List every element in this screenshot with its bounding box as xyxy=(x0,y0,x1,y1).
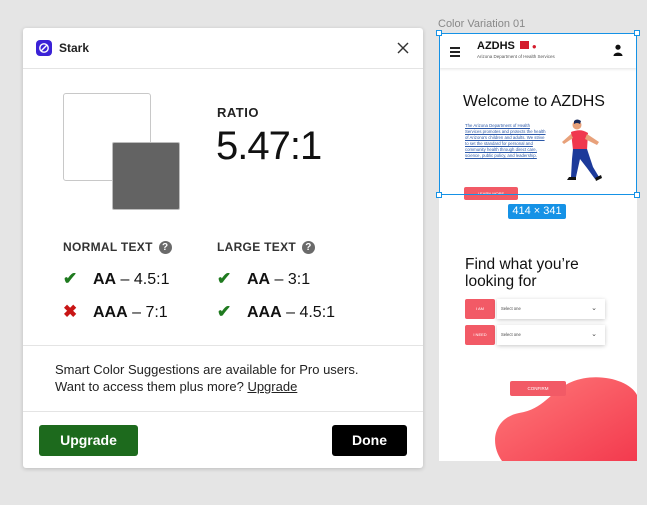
site-intro-text: The Arizona Department of Health Service… xyxy=(465,123,546,158)
brand-logo-icon xyxy=(519,41,529,49)
help-icon[interactable]: ? xyxy=(302,241,316,254)
select-placeholder: Select one xyxy=(501,306,521,311)
upgrade-link[interactable]: Upgrade xyxy=(247,379,297,394)
large-aaa-result: ✔ AAA – 4.5:1 xyxy=(217,302,335,322)
normal-aa-result: ✔ AA – 4.5:1 xyxy=(63,269,169,289)
upgrade-button[interactable]: Upgrade xyxy=(39,425,138,456)
find-heading: Find what you’re looking for xyxy=(465,256,579,290)
site-brand: AZDHS ● xyxy=(477,40,537,52)
contrast-ratio-value: 5.47:1 xyxy=(216,124,322,168)
cross-icon: ✖ xyxy=(63,302,78,321)
filter-select[interactable]: Select one ⌄ xyxy=(497,299,605,319)
stark-dialog: Stark RATIO 5.47:1 NORMAL TEXT? ✔ AA – 4.… xyxy=(23,28,423,468)
filter-tag: I AM xyxy=(465,299,495,319)
user-account-icon[interactable] xyxy=(613,44,623,56)
resize-handle-top-right[interactable] xyxy=(634,30,640,36)
hamburger-menu-icon[interactable] xyxy=(450,47,460,59)
normal-aaa-result: ✖ AAA – 7:1 xyxy=(63,302,168,322)
check-icon: ✔ xyxy=(63,269,78,288)
filter-tag: I NEED xyxy=(465,325,495,345)
running-person-illustration xyxy=(562,119,602,181)
site-navbar: AZDHS ● Arizona Department of Health Serv… xyxy=(439,33,637,68)
done-button[interactable]: Done xyxy=(332,425,407,456)
level-label: AA xyxy=(93,271,117,288)
check-icon: ✔ xyxy=(217,269,232,288)
divider xyxy=(23,345,423,346)
ratio-label: RATIO xyxy=(217,105,259,120)
brand-name: AZDHS xyxy=(477,40,515,52)
design-frame[interactable]: AZDHS ● Arizona Department of Health Serv… xyxy=(439,33,637,461)
large-text-label: LARGE TEXT xyxy=(217,240,297,254)
background-color-swatch[interactable] xyxy=(112,142,180,210)
large-text-heading: LARGE TEXT? xyxy=(217,240,316,254)
requirement-label: – 3:1 xyxy=(270,271,311,288)
selection-size-badge: 414 × 341 xyxy=(508,204,566,219)
normal-text-label: NORMAL TEXT xyxy=(63,240,153,254)
pro-promo-text: Smart Color Suggestions are available fo… xyxy=(55,361,395,395)
level-label: AAA xyxy=(93,304,128,321)
requirement-label: – 4.5:1 xyxy=(116,271,170,288)
app-title: Stark xyxy=(59,41,90,55)
confirm-button[interactable]: CONFIRM xyxy=(510,381,566,396)
filter-row-i-need: I NEED Select one ⌄ xyxy=(465,325,605,345)
promo-line-2: Want to access them plus more? xyxy=(55,379,248,394)
promo-line-1: Smart Color Suggestions are available fo… xyxy=(55,362,359,377)
learn-more-button[interactable]: LEARN MORE xyxy=(464,187,518,200)
filter-select[interactable]: Select one ⌄ xyxy=(497,325,605,345)
chevron-down-icon: ⌄ xyxy=(591,305,597,312)
select-placeholder: Select one xyxy=(501,332,521,337)
chevron-down-icon: ⌄ xyxy=(591,331,597,338)
stark-logo-icon xyxy=(36,40,52,56)
normal-text-heading: NORMAL TEXT? xyxy=(63,240,172,254)
help-icon[interactable]: ? xyxy=(158,241,172,254)
filter-row-i-am: I AM Select one ⌄ xyxy=(465,299,605,319)
brand-subtitle: Arizona Department of Health Services xyxy=(477,54,555,59)
resize-handle-top-left[interactable] xyxy=(436,30,442,36)
level-label: AA xyxy=(247,271,271,288)
requirement-label: – 7:1 xyxy=(127,304,168,321)
large-aa-result: ✔ AA – 3:1 xyxy=(217,269,310,289)
site-welcome-heading: Welcome to AZDHS xyxy=(463,93,605,110)
dialog-header: Stark xyxy=(23,28,423,69)
level-label: AAA xyxy=(247,304,282,321)
brand-dot-icon: ● xyxy=(531,42,537,51)
divider xyxy=(23,411,423,412)
resize-handle-bottom-right[interactable] xyxy=(634,192,640,198)
check-icon: ✔ xyxy=(217,302,232,321)
requirement-label: – 4.5:1 xyxy=(281,304,336,321)
resize-handle-bottom-left[interactable] xyxy=(436,192,442,198)
frame-label[interactable]: Color Variation 01 xyxy=(438,18,525,30)
close-icon[interactable] xyxy=(395,40,411,56)
